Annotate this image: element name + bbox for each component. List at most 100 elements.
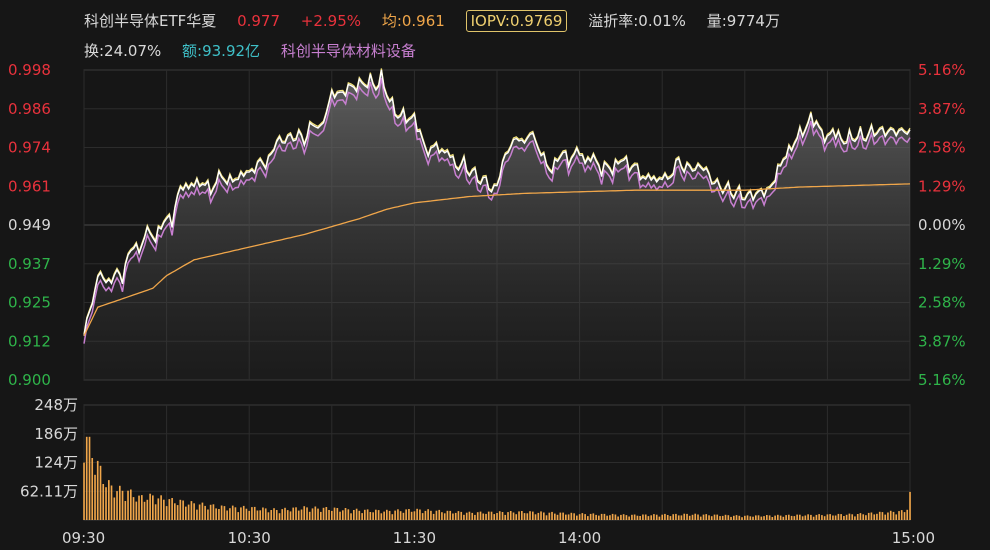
volume-tick: 186万 <box>34 425 78 443</box>
volume-bar <box>666 515 669 520</box>
volume-bar <box>303 506 306 520</box>
volume-bar <box>116 491 118 520</box>
volume-bar <box>449 510 452 520</box>
volume-bar <box>895 514 898 520</box>
volume-bar <box>848 513 851 520</box>
volume-bar <box>333 507 336 520</box>
volume-bar <box>727 515 730 520</box>
y-tick-right: 3.87% <box>918 332 966 350</box>
volume-bar <box>884 514 887 520</box>
volume-bar <box>702 514 705 520</box>
volume-bar <box>821 515 823 520</box>
volume-bar <box>380 513 383 520</box>
volume-bar <box>408 509 410 520</box>
volume-bar <box>716 514 719 520</box>
y-tick-left: 0.998 <box>8 61 51 79</box>
volume-bar <box>264 508 267 520</box>
volume-bar <box>295 507 297 520</box>
volume-bar <box>889 510 892 520</box>
volume-bar <box>796 514 798 520</box>
volume-bar <box>730 516 732 520</box>
volume-bar <box>903 512 906 520</box>
volume-bar <box>633 514 636 520</box>
volume-bar <box>306 507 308 520</box>
volume-bar <box>653 514 655 520</box>
volume-bar <box>270 510 273 520</box>
volume-bar <box>854 516 856 520</box>
volume-bar <box>509 511 512 520</box>
volume-bar <box>204 505 206 520</box>
volume-bar <box>441 512 443 520</box>
volume-bar <box>358 510 361 520</box>
volume-bar <box>231 505 234 520</box>
volume-bar <box>807 514 809 520</box>
volume-bar <box>297 510 300 520</box>
intraday-chart[interactable]: 0.998 0.986 0.974 0.961 0.949 0.937 0.925 0.912… <box>0 0 990 550</box>
volume-bar <box>859 513 862 520</box>
volume-bar <box>515 514 518 520</box>
volume-bar <box>498 511 501 520</box>
volume-bar <box>405 509 407 520</box>
volume-bar <box>493 514 496 520</box>
volume-bar <box>639 516 641 520</box>
volume-tick: 248万 <box>34 396 78 414</box>
x-tick: 10:30 <box>228 529 271 547</box>
volume-bar <box>843 516 845 520</box>
volume-bar <box>900 510 903 520</box>
y-tick-left: 0.974 <box>8 139 51 157</box>
volume-bar <box>463 514 465 520</box>
volume-bar <box>746 515 749 520</box>
volume-bar <box>105 487 107 520</box>
volume-bar <box>99 465 102 520</box>
y-tick-right: 1.29% <box>918 255 966 273</box>
volume-bar <box>141 495 143 520</box>
volume-bar <box>785 515 787 520</box>
volume-bar <box>328 510 330 520</box>
volume-bar <box>127 490 129 520</box>
x-tick: 09:30 <box>62 529 105 547</box>
volume-bar <box>587 516 589 520</box>
volume-bar <box>245 508 248 520</box>
volume-bar <box>369 512 372 520</box>
volume-bar <box>355 508 358 520</box>
volume-bar <box>476 512 479 520</box>
volume-bar <box>735 515 738 520</box>
volume-bar <box>658 516 661 520</box>
volume-bar <box>752 516 754 520</box>
volume-bar <box>532 511 534 520</box>
volume-tick: 62.11万 <box>20 482 78 500</box>
volume-bar <box>353 510 355 520</box>
y-tick-left: 0.949 <box>8 216 51 234</box>
volume-bar <box>350 513 352 520</box>
volume-bar <box>242 505 245 520</box>
volume-bar <box>325 507 328 520</box>
volume-bar <box>733 515 735 520</box>
volume-bar <box>845 514 848 520</box>
volume-bar <box>237 512 240 520</box>
volume-bar <box>810 514 812 520</box>
volume-bar <box>779 515 782 520</box>
volume-bar <box>471 512 474 520</box>
volume-bar <box>834 515 837 520</box>
volume-bar <box>818 514 820 520</box>
volume-bar <box>713 514 716 520</box>
volume-bar <box>275 510 278 520</box>
volume-bar <box>589 513 592 520</box>
volume-bar <box>851 514 854 520</box>
volume-bar <box>622 514 625 520</box>
volume-bar <box>664 513 666 520</box>
volume-bar <box>749 516 752 520</box>
volume-bar <box>438 509 441 520</box>
volume-bar <box>548 512 551 520</box>
volume-bar <box>562 512 564 520</box>
volume-bar <box>102 484 105 520</box>
volume-bar <box>545 515 548 520</box>
volume-bar <box>179 499 182 520</box>
y-tick-right: 5.16% <box>918 61 966 79</box>
volume-bar <box>394 510 396 520</box>
volume-bar <box>609 515 611 520</box>
volume-bar <box>474 514 476 520</box>
volume-bar <box>460 511 463 520</box>
volume-bar <box>642 514 644 520</box>
volume-bar <box>300 509 303 520</box>
